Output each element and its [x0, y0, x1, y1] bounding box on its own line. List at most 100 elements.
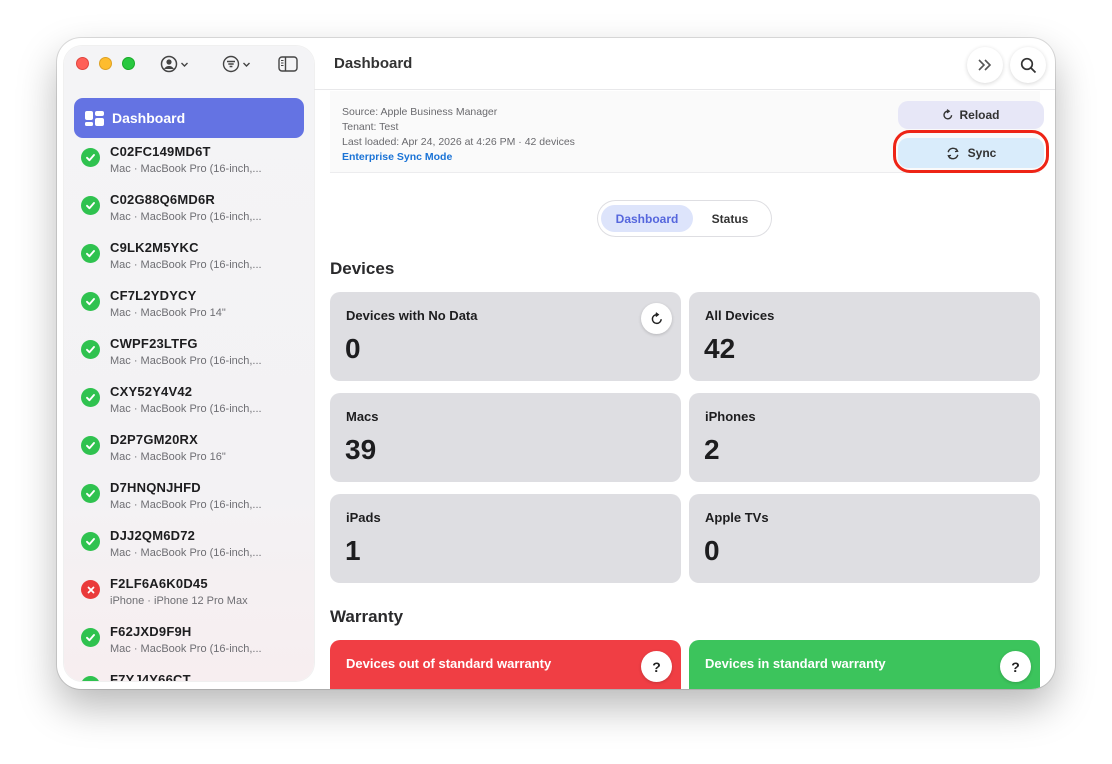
card-value: 2 [704, 434, 720, 465]
checkmark-icon [81, 676, 100, 681]
list-item[interactable]: C02G88Q6MD6R Mac · MacBook Pro (16-inch,.… [64, 190, 314, 238]
checkmark-icon [81, 340, 100, 359]
device-serial: F62JXD9F9H [110, 624, 192, 639]
checkmark-icon [81, 196, 100, 215]
device-serial: D7HNQNJHFD [110, 480, 201, 495]
minimize-window-button[interactable] [99, 57, 112, 70]
help-button[interactable]: ? [641, 651, 672, 682]
device-serial: CF7L2YDYCY [110, 288, 197, 303]
reload-button[interactable]: Reload [898, 101, 1044, 129]
device-subtitle: Mac · MacBook Pro (16-inch,... [110, 259, 262, 271]
list-item[interactable]: CWPF23LTFG Mac · MacBook Pro (16-inch,... [64, 334, 314, 382]
checkmark-icon [81, 388, 100, 407]
list-item[interactable]: DJJ2QM6D72 Mac · MacBook Pro (16-inch,... [64, 526, 314, 574]
device-serial: F7YJ4Y66CT [110, 672, 191, 681]
reload-icon [943, 109, 953, 120]
checkmark-icon [81, 292, 100, 311]
device-serial: F2LF6A6K0D45 [110, 576, 208, 591]
card-ipads: iPads 1 [330, 494, 681, 583]
card-value: 42 [704, 333, 736, 364]
dashboard-icon [85, 110, 104, 126]
list-item[interactable]: D2P7GM20RX Mac · MacBook Pro 16" [64, 430, 314, 478]
card-value: 39 [345, 434, 377, 465]
card-all-devices: All Devices 42 [689, 292, 1040, 381]
card-label: Devices with No Data [346, 308, 478, 323]
device-subtitle: iPhone · iPhone 12 Pro Max [110, 595, 248, 607]
sync-highlight-ring [893, 130, 1049, 173]
device-subtitle: Mac · MacBook Pro 16" [110, 451, 226, 463]
device-serial: CWPF23LTFG [110, 336, 198, 351]
checkmark-icon [81, 532, 100, 551]
list-item[interactable]: CXY52Y4V42 Mac · MacBook Pro (16-inch,... [64, 382, 314, 430]
sync-info-bar: Source: Apple Business Manager Tenant: T… [330, 91, 1049, 173]
device-serial: DJJ2QM6D72 [110, 528, 196, 543]
source-text: Source: Apple Business Manager [342, 106, 498, 118]
card-macs: Macs 39 [330, 393, 681, 482]
search-button[interactable] [1010, 47, 1046, 83]
refresh-icon [651, 311, 662, 324]
checkmark-icon [81, 436, 100, 455]
refresh-button[interactable] [641, 303, 672, 334]
card-out-of-warranty: Devices out of standard warranty ? [330, 640, 681, 689]
card-label: Devices out of standard warranty [346, 656, 552, 671]
tab-dashboard[interactable]: Dashboard [601, 205, 693, 232]
list-item[interactable]: C02FC149MD6T Mac · MacBook Pro (16-inch,.… [64, 142, 314, 190]
reload-label: Reload [959, 108, 1000, 122]
checkmark-icon [81, 628, 100, 647]
sidebar-item-dashboard[interactable]: Dashboard [74, 98, 304, 138]
device-subtitle: Mac · MacBook Pro (16-inch,... [110, 499, 262, 511]
filter-icon [222, 55, 240, 73]
list-item[interactable]: F2LF6A6K0D45 iPhone · iPhone 12 Pro Max [64, 574, 314, 622]
sidebar: Dashboard C02FC149MD6T Mac · MacBook Pro … [64, 46, 314, 681]
card-in-warranty: Devices in standard warranty ? [689, 640, 1040, 689]
card-devices-no-data: Devices with No Data 0 [330, 292, 681, 381]
device-subtitle: Mac · MacBook Pro (16-inch,... [110, 355, 262, 367]
device-subtitle: Mac · MacBook Pro 14" [110, 307, 226, 319]
expand-button[interactable] [967, 47, 1003, 83]
search-icon [1020, 57, 1036, 73]
card-label: All Devices [705, 308, 775, 323]
chevron-down-icon [243, 62, 250, 67]
device-subtitle: Mac · MacBook Pro (16-inch,... [110, 211, 262, 223]
sync-mode-link[interactable]: Enterprise Sync Mode [342, 151, 452, 163]
last-loaded-text: Last loaded: Apr 24, 2026 at 4:26 PM · 4… [342, 136, 575, 148]
app-window: Dashboard C02FC149MD6T Mac · MacBook Pro … [57, 38, 1055, 689]
card-iphones: iPhones 2 [689, 393, 1040, 482]
error-x-icon [81, 580, 100, 599]
view-segmented-control: Dashboard Status [598, 201, 771, 236]
header-divider [314, 89, 1055, 90]
card-value: 1 [345, 535, 361, 566]
chevrons-right-icon [978, 59, 992, 71]
zoom-window-button[interactable] [122, 57, 135, 70]
sidebar-toggle-icon [278, 56, 298, 72]
list-item[interactable]: F7YJ4Y66CT [64, 670, 314, 681]
device-serial: C02G88Q6MD6R [110, 192, 215, 207]
card-value: 0 [704, 535, 720, 566]
sidebar-item-label: Dashboard [112, 110, 186, 126]
account-menu-button[interactable] [160, 54, 189, 74]
card-value: 0 [345, 333, 361, 364]
person-circle-icon [160, 55, 178, 73]
device-subtitle: Mac · MacBook Pro (16-inch,... [110, 643, 262, 655]
device-subtitle: Mac · MacBook Pro (16-inch,... [110, 403, 262, 415]
close-window-button[interactable] [76, 57, 89, 70]
tab-status[interactable]: Status [693, 205, 767, 232]
card-apple-tvs: Apple TVs 0 [689, 494, 1040, 583]
list-item[interactable]: CF7L2YDYCY Mac · MacBook Pro 14" [64, 286, 314, 334]
list-item[interactable]: F62JXD9F9H Mac · MacBook Pro (16-inch,... [64, 622, 314, 670]
card-label: iPads [346, 510, 381, 525]
help-button[interactable]: ? [1000, 651, 1031, 682]
device-serial: C9LK2M5YKC [110, 240, 199, 255]
chevron-down-icon [181, 62, 188, 67]
tenant-text: Tenant: Test [342, 121, 399, 133]
checkmark-icon [81, 148, 100, 167]
card-label: Devices in standard warranty [705, 656, 886, 671]
list-item[interactable]: D7HNQNJHFD Mac · MacBook Pro (16-inch,... [64, 478, 314, 526]
card-label: iPhones [705, 409, 756, 424]
card-label: Apple TVs [705, 510, 769, 525]
sidebar-toggle-button[interactable] [278, 54, 298, 74]
filter-menu-button[interactable] [222, 54, 251, 74]
device-list: C02FC149MD6T Mac · MacBook Pro (16-inch,.… [64, 142, 314, 681]
list-item[interactable]: C9LK2M5YKC Mac · MacBook Pro (16-inch,... [64, 238, 314, 286]
devices-section-title: Devices [330, 259, 395, 278]
